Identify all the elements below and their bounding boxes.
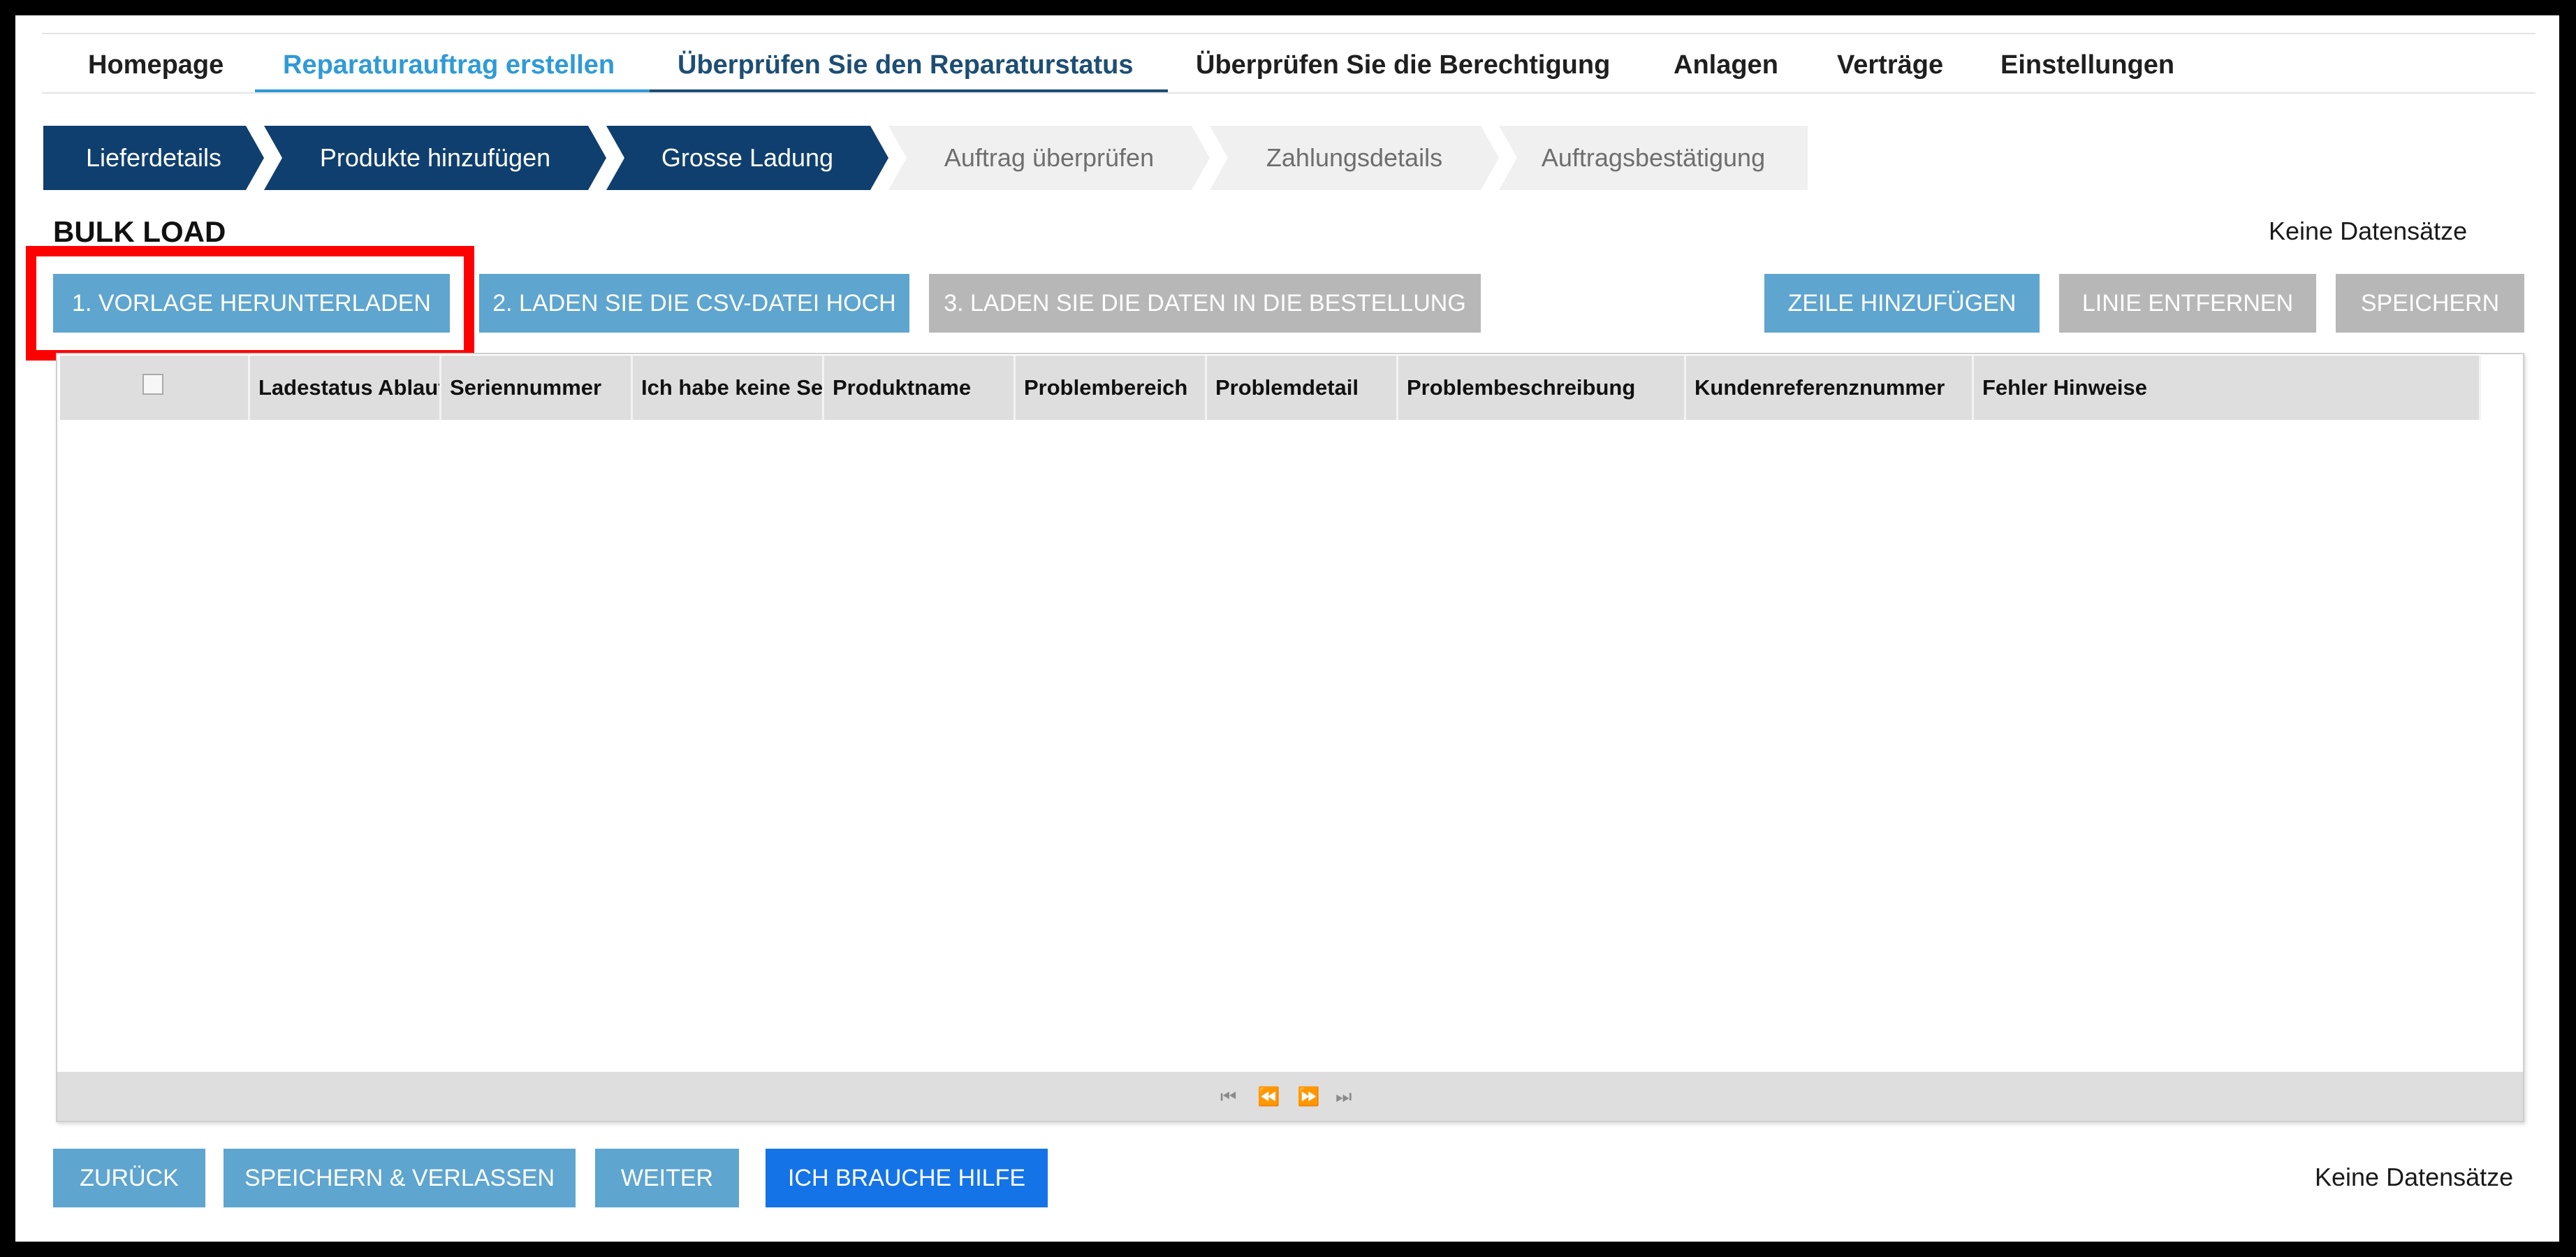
main-nav: Homepage Reparaturauftrag erstellen Über… <box>42 42 2535 94</box>
download-template-button[interactable]: 1. VORLAGE HERUNTERLADEN <box>53 274 450 333</box>
next-button[interactable]: WEITER <box>595 1149 739 1207</box>
nav-homepage[interactable]: Homepage <box>88 42 224 92</box>
nav-hover-indicator <box>650 89 1168 92</box>
nav-contracts[interactable]: Verträge <box>1837 42 1943 92</box>
nav-check-entitlement[interactable]: Überprüfen Sie die Berechtigung <box>1196 42 1610 92</box>
column-header[interactable]: Ich habe keine Ser <box>633 356 824 420</box>
active-nav-indicator <box>255 89 650 92</box>
step-produkte-hinzufuegen[interactable]: Produkte hinzufügen <box>264 126 606 190</box>
grid-header: Ladestatus Ablauf Seriennummer Ich habe … <box>60 356 2481 420</box>
nav-repair-status[interactable]: Überprüfen Sie den Reparaturstatus <box>678 42 1133 92</box>
step-auftrag-ueberpruefen: Auftrag überprüfen <box>888 126 1210 190</box>
nav-assets[interactable]: Anlagen <box>1674 42 1778 92</box>
upload-csv-button[interactable]: 2. LADEN SIE DIE CSV-DATEI HOCH <box>479 274 909 333</box>
save-button[interactable]: SPEICHERN <box>2336 274 2524 333</box>
top-divider <box>42 33 2535 34</box>
column-header[interactable]: Fehler Hinweise <box>1974 356 2481 420</box>
nav-create-repair-order[interactable]: Reparaturauftrag erstellen <box>283 42 615 92</box>
add-row-button[interactable]: ZEILE HINZUFÜGEN <box>1764 274 2040 333</box>
records-count-top: Keine Datensätze <box>2269 217 2468 245</box>
step-lieferdetails[interactable]: Lieferdetails <box>43 126 264 190</box>
column-header[interactable]: Seriennummer <box>441 356 633 420</box>
column-header[interactable]: Problemdetail <box>1207 356 1398 420</box>
step-grosse-ladung[interactable]: Grosse Ladung <box>606 126 888 190</box>
column-header[interactable]: Problembeschreibung <box>1398 356 1686 420</box>
need-help-button[interactable]: ICH BRAUCHE HILFE <box>766 1149 1048 1207</box>
grid-pager: ⏮ ⏪ ⏩ ⏭ <box>57 1072 2523 1121</box>
step-auftragsbestaetigung: Auftragsbestätigung <box>1499 126 1808 190</box>
remove-line-button[interactable]: LINIE ENTFERNEN <box>2059 274 2316 333</box>
save-and-exit-button[interactable]: SPEICHERN & VERLASSEN <box>224 1149 576 1207</box>
last-page-icon[interactable]: ⏭ <box>1335 1072 1352 1121</box>
previous-page-icon[interactable]: ⏪ <box>1257 1072 1280 1121</box>
column-header[interactable]: Problembereich <box>1016 356 1207 420</box>
page-title: BULK LOAD <box>53 215 226 248</box>
bulk-load-grid: Ladestatus Ablauf Seriennummer Ich habe … <box>56 353 2524 1122</box>
column-header[interactable]: Ladestatus Ablauf <box>250 356 441 420</box>
back-button[interactable]: ZURÜCK <box>53 1149 205 1207</box>
first-page-icon[interactable]: ⏮ <box>1220 1072 1236 1121</box>
column-header[interactable]: Kundenreferenznummer <box>1686 356 1974 420</box>
select-all-column <box>60 356 250 420</box>
load-data-button[interactable]: 3. LADEN SIE DIE DATEN IN DIE BESTELLUNG <box>929 274 1481 333</box>
column-header[interactable]: Produktname <box>824 356 1016 420</box>
nav-settings[interactable]: Einstellungen <box>2000 42 2174 92</box>
step-zahlungsdetails: Zahlungsdetails <box>1210 126 1499 190</box>
records-count-bottom: Keine Datensätze <box>2315 1163 2514 1191</box>
next-page-icon[interactable]: ⏩ <box>1297 1072 1319 1121</box>
select-all-checkbox[interactable] <box>142 374 163 395</box>
page-frame: Homepage Reparaturauftrag erstellen Über… <box>15 15 2559 1242</box>
